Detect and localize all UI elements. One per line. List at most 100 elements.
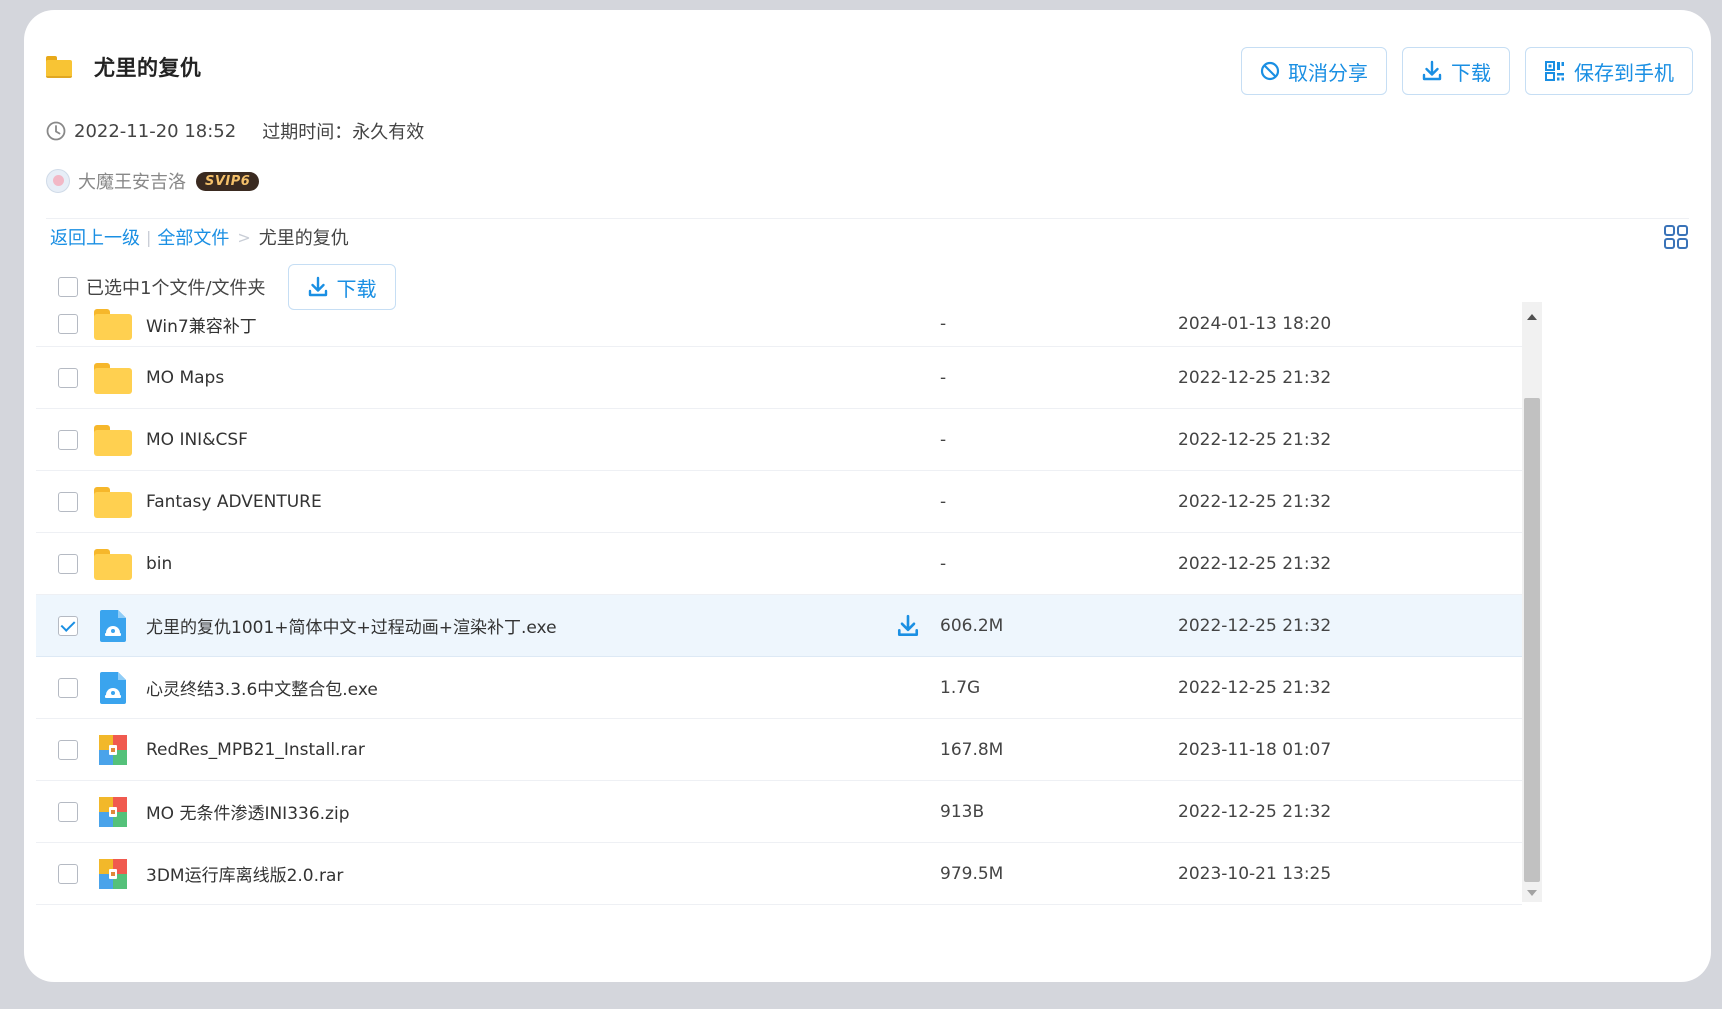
breadcrumb-current: 尤里的复仇 (258, 228, 349, 249)
file-name[interactable]: MO 无条件渗透INI336.zip (146, 799, 350, 824)
breadcrumb-divider: | (146, 227, 152, 247)
share-datetime: 2022-11-20 18:52 (74, 120, 237, 142)
ban-icon (1260, 61, 1280, 81)
download-label: 下载 (1451, 60, 1491, 85)
header-divider (46, 218, 1689, 219)
file-name[interactable]: 3DM运行库离线版2.0.rar (146, 861, 343, 886)
folder-icon (46, 56, 72, 78)
clock-icon (46, 121, 66, 141)
sharer-info: 大魔王安吉洛 SVIP6 (46, 168, 260, 194)
file-time: 2022-12-25 21:32 (1178, 801, 1332, 822)
breadcrumb: 返回上一级 | 全部文件 > 尤里的复仇 (50, 224, 349, 250)
file-row[interactable]: 心灵终结3.3.6中文整合包.exe 1.7G 2022-12-25 21:32 (36, 657, 1522, 719)
file-name[interactable]: 心灵终结3.3.6中文整合包.exe (146, 675, 378, 700)
download-icon (1422, 60, 1442, 81)
save-to-phone-button[interactable]: 保存到手机 (1525, 47, 1693, 95)
file-row[interactable]: 3DM运行库离线版2.0.rar 979.5M 2023-10-21 13:25 (36, 843, 1522, 905)
file-row[interactable]: MO INI&CSF - 2022-12-25 21:32 (36, 409, 1522, 471)
file-time: 2022-12-25 21:32 (1178, 677, 1332, 698)
breadcrumb-all-files-link[interactable]: 全部文件 (157, 224, 229, 250)
file-size: 1.7G (940, 677, 981, 698)
download-icon (897, 614, 919, 636)
expire-text: 过期时间：永久有效 (262, 122, 425, 143)
row-checkbox[interactable] (58, 739, 78, 760)
file-row[interactable]: Win7兼容补丁 - 2024-01-13 18:20 (36, 302, 1522, 347)
archive-icon (94, 733, 132, 767)
row-checkbox[interactable] (58, 677, 78, 698)
row-checkbox[interactable] (58, 863, 78, 884)
folder-icon (94, 547, 132, 581)
file-time: 2022-12-25 21:32 (1178, 553, 1332, 574)
file-time: 2022-12-25 21:32 (1178, 429, 1332, 450)
file-row[interactable]: 尤里的复仇1001+简体中文+过程动画+渲染补丁.exe 606.2M 2022-1… (36, 595, 1522, 657)
save-to-phone-label: 保存到手机 (1574, 60, 1674, 85)
select-all-checkbox[interactable] (58, 277, 78, 297)
file-size: 913B (940, 801, 985, 822)
file-row[interactable]: Fantasy ADVENTURE - 2022-12-25 21:32 (36, 471, 1522, 533)
file-size: - (940, 367, 947, 388)
exe-file-icon (94, 671, 132, 705)
file-row[interactable]: bin - 2022-12-25 21:32 (36, 533, 1522, 595)
file-time: 2022-12-25 21:32 (1178, 367, 1332, 388)
row-download-button[interactable] (896, 614, 920, 638)
selection-count-text: 已选中1个文件/文件夹 (86, 278, 266, 299)
header-actions: 取消分享 下载 保存到手机 (1241, 47, 1693, 95)
file-time: 2023-10-21 13:25 (1178, 863, 1332, 884)
scrollbar-thumb[interactable] (1524, 398, 1540, 882)
file-time: 2022-12-25 21:32 (1178, 615, 1332, 636)
breadcrumb-arrow: > (237, 227, 251, 247)
cancel-share-button[interactable]: 取消分享 (1241, 47, 1387, 95)
file-size: 167.8M (940, 739, 1004, 760)
file-size: 606.2M (940, 615, 1004, 636)
file-row[interactable]: RedRes_MPB21_Install.rar 167.8M 2023-11-18… (36, 719, 1522, 781)
file-name[interactable]: Fantasy ADVENTURE (146, 492, 322, 512)
file-time: 2024-01-13 18:20 (1178, 314, 1332, 334)
avatar[interactable] (46, 169, 70, 193)
share-panel: 尤里的复仇 取消分享 下载 保存到手机 2022-11-20 18:52 过期时… (24, 10, 1711, 982)
download-button[interactable]: 下载 (1402, 47, 1510, 95)
row-checkbox[interactable] (58, 801, 78, 822)
grid-view-icon[interactable] (1663, 224, 1689, 250)
qrcode-icon (1545, 61, 1564, 81)
cancel-share-label: 取消分享 (1288, 60, 1368, 85)
file-list: Win7兼容补丁 - 2024-01-13 18:20 MO Maps - 2022-12… (36, 302, 1522, 982)
file-size: 979.5M (940, 863, 1004, 884)
file-size: - (940, 491, 947, 512)
file-name[interactable]: 尤里的复仇1001+简体中文+过程动画+渲染补丁.exe (146, 613, 557, 638)
file-name[interactable]: MO INI&CSF (146, 430, 248, 450)
file-name[interactable]: MO Maps (146, 368, 224, 388)
breadcrumb-back-link[interactable]: 返回上一级 (50, 224, 140, 250)
page-title: 尤里的复仇 (94, 56, 202, 80)
file-name[interactable]: RedRes_MPB21_Install.rar (146, 740, 365, 760)
vip-badge: SVIP6 (196, 171, 260, 191)
file-row[interactable]: MO 无条件渗透INI336.zip 913B 2022-12-25 21:32 (36, 781, 1522, 843)
file-time: 2023-11-18 01:07 (1178, 739, 1332, 760)
row-checkbox[interactable] (58, 615, 78, 636)
file-name[interactable]: bin (146, 554, 172, 574)
file-time: 2022-12-25 21:32 (1178, 491, 1332, 512)
archive-icon (94, 795, 132, 829)
scroll-down-arrow[interactable] (1527, 890, 1537, 896)
folder-icon (94, 485, 132, 519)
download-icon (308, 276, 327, 297)
folder-icon (94, 423, 132, 457)
row-checkbox[interactable] (58, 367, 78, 388)
share-header: 尤里的复仇 (46, 52, 202, 82)
scroll-up-arrow[interactable] (1527, 314, 1537, 320)
archive-icon (94, 857, 132, 891)
file-row[interactable]: MO Maps - 2022-12-25 21:32 (36, 347, 1522, 409)
file-size: - (940, 429, 947, 450)
share-meta: 2022-11-20 18:52 过期时间：永久有效 (46, 118, 424, 144)
file-name[interactable]: Win7兼容补丁 (146, 312, 257, 337)
selection-download-label: 下载 (336, 276, 377, 301)
folder-icon (94, 307, 132, 341)
file-size: - (940, 314, 947, 334)
row-checkbox[interactable] (58, 491, 78, 512)
row-checkbox[interactable] (58, 314, 78, 334)
folder-icon (94, 361, 132, 395)
row-checkbox[interactable] (58, 429, 78, 450)
sharer-name[interactable]: 大魔王安吉洛 (78, 168, 186, 194)
exe-file-icon (94, 609, 132, 643)
row-checkbox[interactable] (58, 553, 78, 574)
file-size: - (940, 553, 947, 574)
